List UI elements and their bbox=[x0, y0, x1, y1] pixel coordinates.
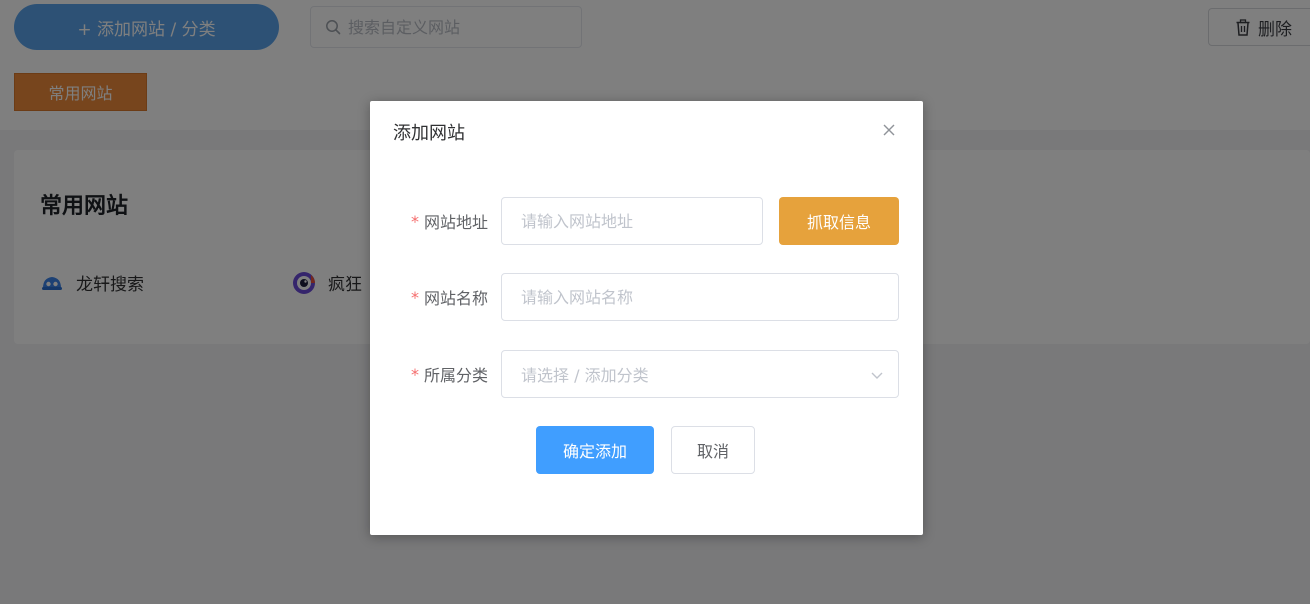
required-mark: * bbox=[410, 211, 419, 231]
cancel-button[interactable]: 取消 bbox=[671, 426, 755, 474]
category-label: * 所属分类 bbox=[370, 350, 488, 398]
required-mark: * bbox=[410, 364, 419, 384]
category-select[interactable]: 请选择 / 添加分类 bbox=[501, 350, 899, 398]
form-row-category: * 所属分类 请选择 / 添加分类 bbox=[370, 350, 923, 398]
fetch-info-button[interactable]: 抓取信息 bbox=[779, 197, 899, 245]
fetch-info-label: 抓取信息 bbox=[806, 213, 871, 232]
confirm-add-label: 确定添加 bbox=[562, 442, 627, 461]
required-mark: * bbox=[410, 287, 419, 307]
category-select-placeholder: 请选择 / 添加分类 bbox=[521, 366, 649, 385]
dialog-title: 添加网站 bbox=[393, 123, 465, 144]
form-row-url: * 网站地址 抓取信息 bbox=[370, 197, 923, 245]
close-icon[interactable] bbox=[880, 121, 898, 139]
category-label-text: 所属分类 bbox=[423, 366, 488, 385]
add-site-dialog: 添加网站 * 网站地址 抓取信息 * 网站名称 * 所属分类 请选择 / 添加分 bbox=[370, 101, 923, 535]
cancel-label: 取消 bbox=[696, 442, 729, 461]
url-label: * 网站地址 bbox=[370, 197, 488, 245]
url-input[interactable] bbox=[501, 197, 763, 245]
chevron-down-icon bbox=[871, 372, 883, 379]
name-label: * 网站名称 bbox=[370, 273, 488, 321]
url-label-text: 网站地址 bbox=[423, 213, 488, 232]
name-input[interactable] bbox=[501, 273, 899, 321]
confirm-add-button[interactable]: 确定添加 bbox=[536, 426, 654, 474]
name-label-text: 网站名称 bbox=[423, 289, 488, 308]
form-row-name: * 网站名称 bbox=[370, 273, 923, 321]
